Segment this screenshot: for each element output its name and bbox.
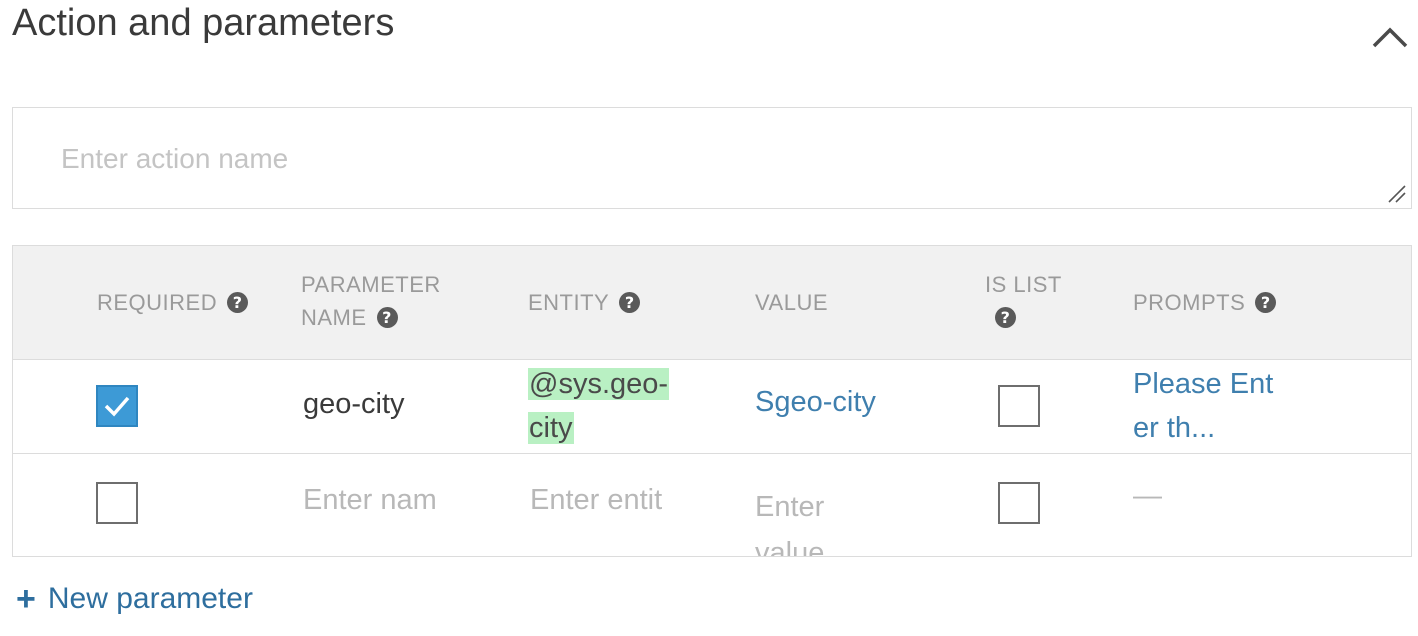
help-icon[interactable]: ? [1255,292,1277,313]
header-required: REQUIRED? [97,286,249,319]
header-entity: ENTITY? [528,286,641,319]
plus-icon: + [16,580,36,618]
parameters-table: REQUIRED? PARAMETER NAME? ENTITY? VALUE … [12,245,1412,557]
required-checkbox[interactable] [96,385,138,427]
prompts-link[interactable]: Please Ent er th... [1133,362,1273,450]
prompts-empty: — [1133,480,1162,512]
parameter-name-input[interactable]: Enter nam [303,484,437,517]
entity-value[interactable]: @sys.geo- city [528,362,670,450]
help-icon[interactable]: ? [619,292,641,313]
resize-grip-icon[interactable] [1385,182,1407,204]
help-icon[interactable]: ? [376,307,398,328]
help-icon[interactable]: ? [227,292,249,313]
value-field[interactable]: Sgeo-city [755,386,876,419]
section-title: Action and parameters [12,2,395,44]
parameter-name[interactable]: geo-city [303,388,405,421]
action-name-input[interactable] [59,136,1363,182]
table-row: geo-city @sys.geo- city Sgeo-city Please… [13,360,1411,454]
entity-input[interactable]: Enter entit [530,484,662,517]
header-prompts: PROMPTS? [1133,286,1277,319]
collapse-chevron-icon[interactable] [1368,20,1412,54]
required-checkbox[interactable] [96,482,138,524]
checkmark-icon [104,396,130,417]
new-parameter-label: New parameter [47,582,253,615]
table-row: Enter nam Enter entit Enter value — [13,454,1411,556]
action-name-field[interactable] [12,107,1412,209]
header-parameter-name: PARAMETER NAME? [301,272,441,330]
header-is-list: IS LIST ? [985,272,1062,328]
is-list-checkbox[interactable] [998,385,1040,427]
value-input[interactable]: Enter value [755,484,824,556]
help-icon[interactable]: ? [995,307,1016,328]
header-value: VALUE [755,290,829,315]
new-parameter-button[interactable]: + New parameter [16,582,253,616]
is-list-checkbox[interactable] [998,482,1040,524]
table-header: REQUIRED? PARAMETER NAME? ENTITY? VALUE … [13,246,1411,360]
